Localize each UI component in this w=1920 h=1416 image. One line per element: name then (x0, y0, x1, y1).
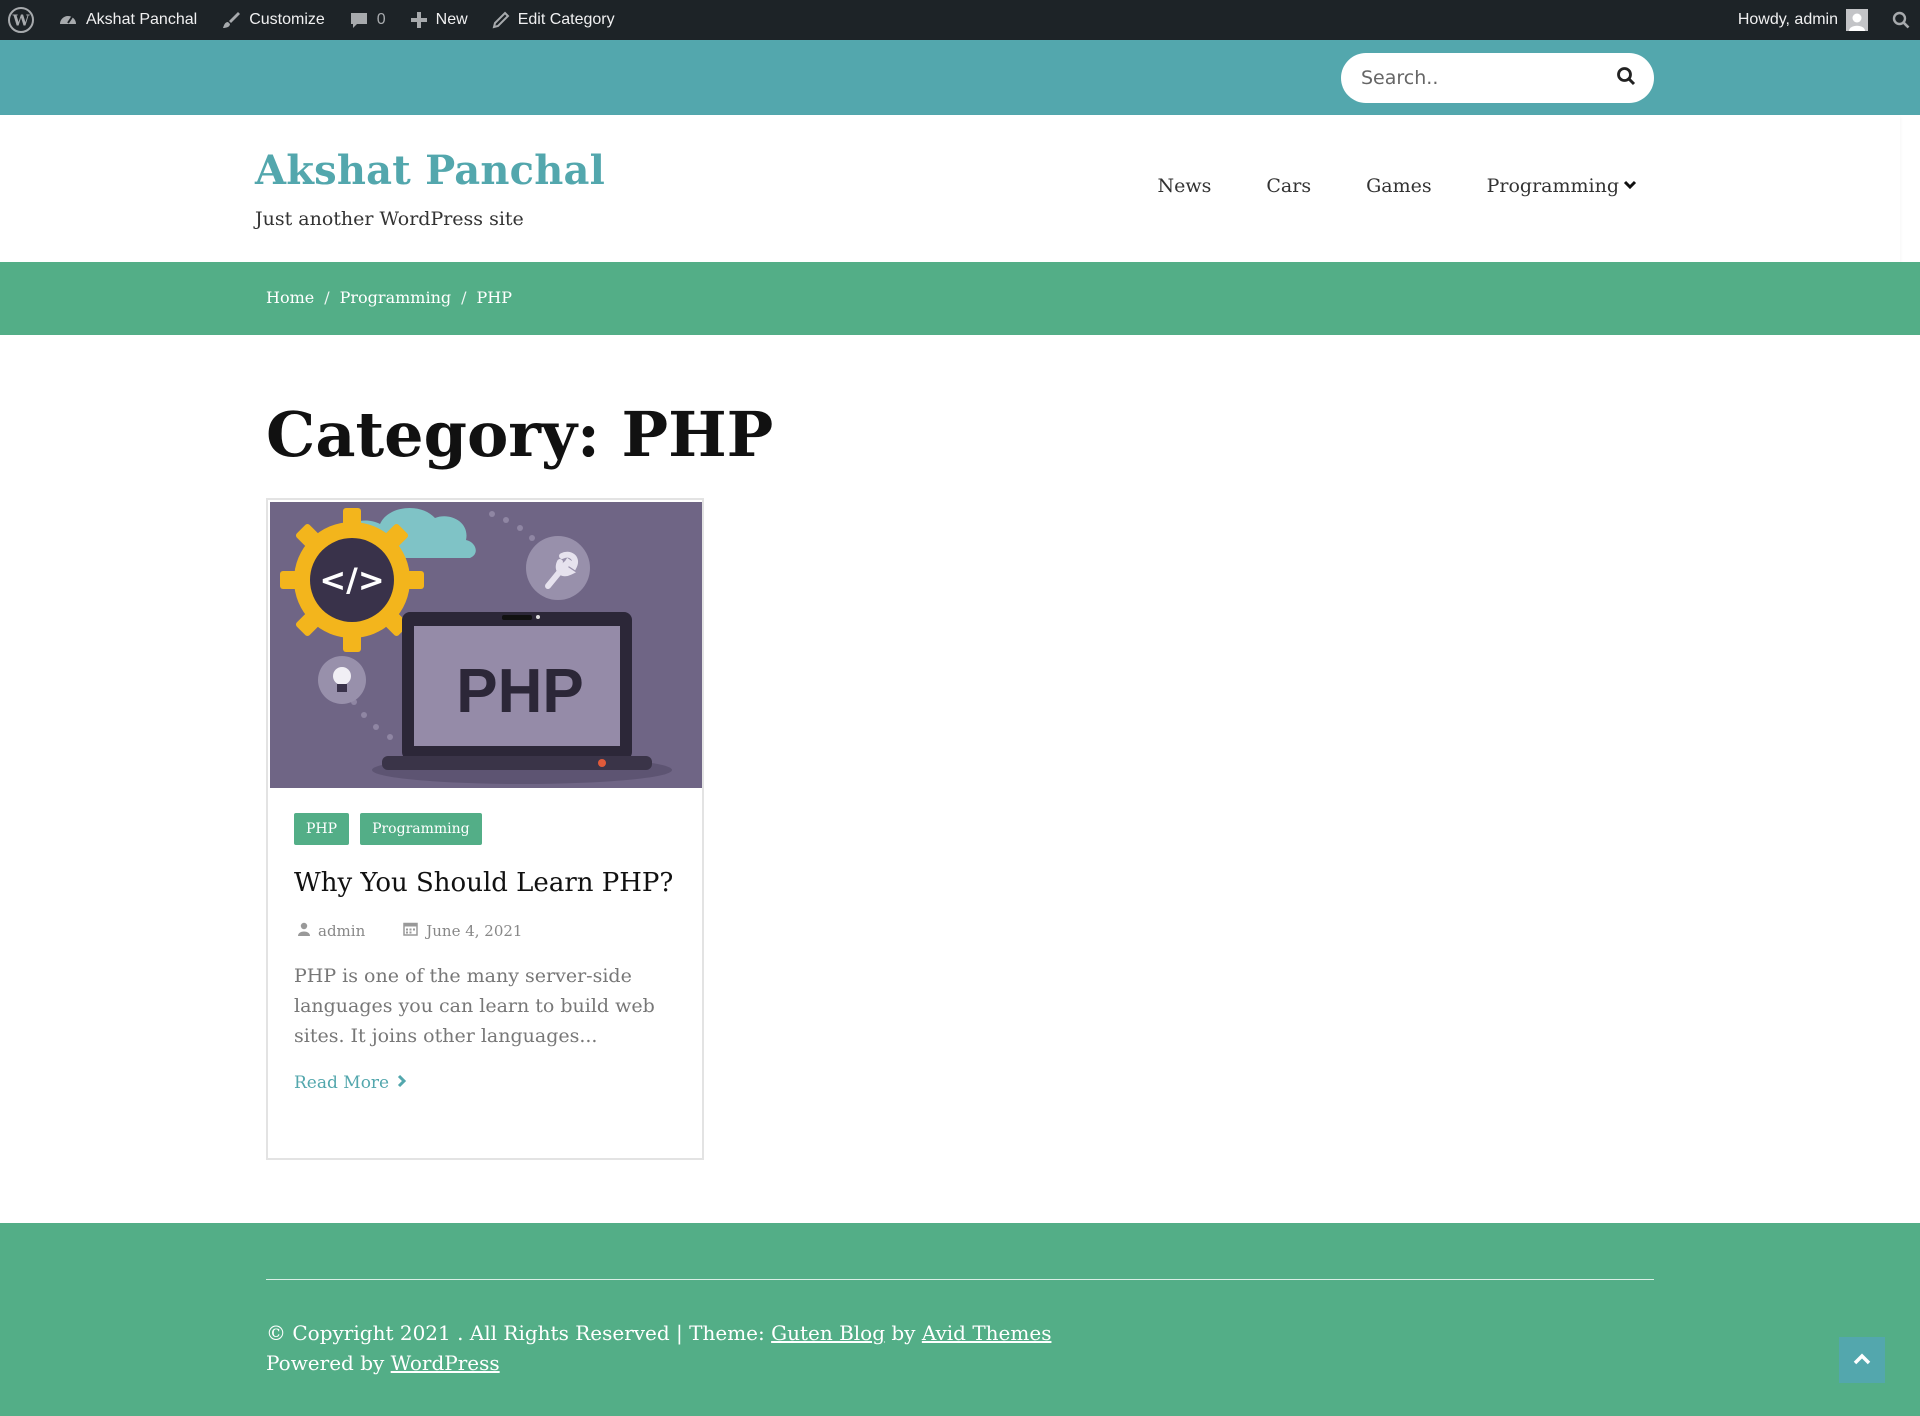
nav-item-news[interactable]: News (1157, 175, 1211, 197)
post-card: </> PHP PHP Programming Why You Should L… (266, 498, 704, 1160)
nav-item-games[interactable]: Games (1366, 175, 1432, 197)
search-input[interactable] (1361, 67, 1616, 89)
theme-link[interactable]: Guten Blog (771, 1321, 885, 1345)
powered-line: Powered by WordPress (266, 1348, 1051, 1378)
post-excerpt: PHP is one of the many server-side langu… (294, 965, 655, 1047)
howdy-label: Howdy, admin (1737, 11, 1838, 28)
image-php-text: PHP (456, 657, 583, 726)
nav-item-label: Cars (1266, 175, 1312, 197)
customize-label: Customize (249, 11, 325, 28)
search-icon (1892, 11, 1910, 29)
comments-count: 0 (376, 11, 386, 28)
comment-icon (349, 10, 369, 30)
nav-item-label: News (1157, 175, 1212, 197)
nav-item-programming[interactable]: Programming (1487, 175, 1637, 197)
breadcrumb: Home / Programming / PHP (266, 288, 512, 307)
nav-item-label: Games (1366, 175, 1432, 197)
copyright-text: © Copyright 2021 . All Rights Reserved |… (266, 1321, 772, 1345)
read-more-label: Read More (294, 1073, 390, 1093)
site-title[interactable]: Akshat Panchal (255, 147, 605, 194)
user-icon (298, 922, 310, 940)
author-name: admin (318, 921, 366, 940)
back-to-top-button[interactable] (1839, 1337, 1885, 1383)
brush-icon (221, 10, 241, 30)
wp-logo-menu[interactable]: W (0, 0, 46, 40)
calendar-icon (403, 921, 418, 940)
svg-text:W: W (12, 12, 31, 30)
breadcrumb-separator: / (461, 288, 467, 307)
admin-bar: W Akshat Panchal Customize 0 New Edit Ca… (0, 0, 1920, 40)
dashboard-icon (58, 10, 78, 30)
nav-item-label: Programming (1486, 175, 1619, 197)
breadcrumb-home[interactable]: Home (266, 288, 314, 307)
top-bar (0, 40, 1920, 115)
post-tags: PHP Programming (294, 813, 482, 845)
pencil-icon (492, 11, 510, 29)
footer-divider (266, 1279, 1654, 1280)
avatar (1846, 9, 1868, 31)
new-content-menu[interactable]: New (398, 0, 480, 40)
code-symbol: </> (319, 561, 384, 599)
new-label: New (435, 11, 468, 28)
post-meta: admin June 4, 2021 (298, 921, 560, 940)
footer-credits: © Copyright 2021 . All Rights Reserved |… (266, 1318, 1051, 1378)
tag-php[interactable]: PHP (294, 813, 350, 845)
tag-programming[interactable]: Programming (360, 813, 482, 845)
search-icon[interactable] (1616, 66, 1636, 90)
customize-link[interactable]: Customize (209, 0, 337, 40)
account-menu[interactable]: Howdy, admin (1726, 0, 1880, 40)
site-footer: © Copyright 2021 . All Rights Reserved |… (0, 1223, 1920, 1416)
admin-search-button[interactable] (1880, 0, 1920, 40)
chevron-up-icon (1852, 1351, 1872, 1370)
post-author[interactable]: admin (298, 922, 365, 940)
site-name-menu[interactable]: Akshat Panchal (46, 0, 209, 40)
edit-category-label: Edit Category (517, 11, 615, 28)
date-text: June 4, 2021 (426, 921, 523, 940)
post-thumbnail[interactable]: </> PHP (270, 502, 702, 788)
search-form (1341, 53, 1654, 103)
breadcrumb-bar: Home / Programming / PHP (0, 262, 1920, 335)
post-date[interactable]: June 4, 2021 (403, 921, 522, 940)
powered-text: Powered by (266, 1351, 391, 1375)
theme-author-link[interactable]: Avid Themes (922, 1321, 1052, 1345)
site-tagline: Just another WordPress site (255, 208, 524, 230)
nav-item-cars[interactable]: Cars (1266, 175, 1311, 197)
breadcrumb-programming[interactable]: Programming (340, 288, 451, 307)
post-title[interactable]: Why You Should Learn PHP? (294, 868, 673, 898)
comments-link[interactable]: 0 (337, 0, 398, 40)
chevron-down-icon (1623, 175, 1637, 197)
wordpress-link[interactable]: WordPress (391, 1351, 500, 1375)
read-more-link[interactable]: Read More (294, 1073, 407, 1093)
by-text: by (885, 1321, 922, 1345)
page-title: Category: PHP (266, 398, 774, 471)
edit-category-link[interactable]: Edit Category (480, 0, 627, 40)
site-name-label: Akshat Panchal (86, 11, 198, 28)
copyright-line: © Copyright 2021 . All Rights Reserved |… (266, 1318, 1051, 1348)
breadcrumb-current: PHP (476, 288, 512, 307)
wordpress-icon: W (8, 7, 34, 33)
breadcrumb-separator: / (324, 288, 330, 307)
main-navigation: News Cars Games Programming (1102, 175, 1637, 197)
plus-icon (410, 11, 428, 29)
chevron-right-icon (397, 1073, 407, 1093)
site-header: Akshat Panchal Just another WordPress si… (0, 115, 1900, 262)
